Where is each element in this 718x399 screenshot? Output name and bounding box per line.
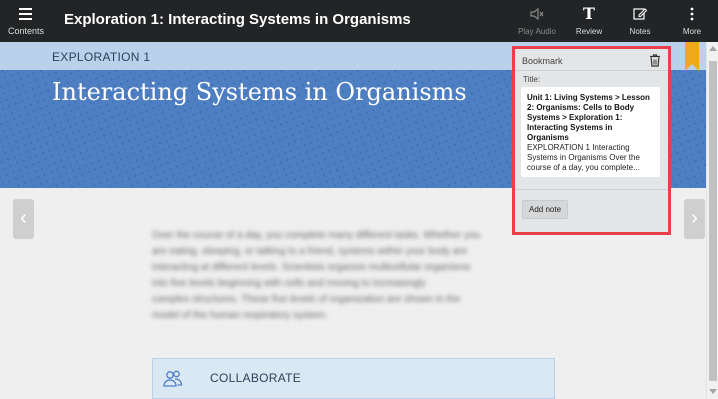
hamburger-menu-icon: [19, 8, 32, 20]
chevron-left-icon: ‹: [20, 207, 27, 229]
notes-label: Notes: [629, 27, 651, 36]
divider: [515, 189, 668, 190]
collaborate-box: COLLABORATE: [152, 358, 555, 399]
bookmark-heading: Bookmark: [522, 56, 563, 66]
more-label: More: [682, 27, 702, 36]
bookmark-excerpt: EXPLORATION 1 Interacting Systems in Org…: [527, 143, 640, 172]
divider: [515, 70, 668, 71]
paragraph-line: Over the course of a day, you complete m…: [152, 230, 481, 241]
collaborate-label: COLLABORATE: [210, 371, 302, 385]
people-group-icon: [162, 368, 184, 390]
document-title: Exploration 1: Interacting Systems in Or…: [64, 11, 411, 28]
notes-button[interactable]: Notes: [622, 0, 658, 42]
paragraph-line: complex structures. These five levels of…: [152, 294, 461, 305]
bookmark-ribbon-icon[interactable]: [685, 42, 699, 71]
section-heading: Interacting Systems in Organisms: [52, 78, 467, 106]
previous-page-button[interactable]: ‹: [13, 199, 34, 239]
bookmark-path: Unit 1: Living Systems > Lesson 2: Organ…: [527, 93, 650, 142]
contents-button[interactable]: Contents: [0, 0, 52, 42]
scroll-down-arrow-icon[interactable]: [709, 389, 717, 394]
paragraph-line: are eating, sleeping, or talking to a fr…: [152, 246, 468, 257]
vertical-dots-icon: [674, 5, 710, 27]
scrollbar-thumb[interactable]: [709, 61, 717, 381]
vertical-scrollbar[interactable]: [706, 42, 718, 399]
play-audio-button[interactable]: Play Audio: [515, 0, 559, 42]
chevron-right-icon: ›: [691, 207, 698, 229]
trash-icon[interactable]: [649, 54, 661, 67]
review-button[interactable]: T Review: [570, 0, 608, 42]
more-button[interactable]: More: [674, 0, 710, 42]
scroll-up-arrow-icon[interactable]: [709, 46, 717, 51]
paragraph-line: into five levels beginning with cells an…: [152, 278, 426, 289]
play-audio-label: Play Audio: [518, 27, 556, 36]
bookmark-title-field[interactable]: Unit 1: Living Systems > Lesson 2: Organ…: [521, 87, 660, 177]
text-T-icon: T: [583, 4, 595, 23]
section-label: EXPLORATION 1: [52, 50, 151, 64]
body-paragraph: Over the course of a day, you complete m…: [152, 228, 552, 324]
review-label: Review: [575, 27, 603, 36]
speaker-icon: [515, 5, 559, 27]
bookmark-title-label: Title:: [523, 75, 541, 84]
paragraph-line: model of the human respiratory system.: [152, 310, 328, 321]
add-note-button[interactable]: Add note: [522, 200, 569, 219]
paragraph-line: interacting at different levels. Scienti…: [152, 262, 471, 273]
pencil-note-icon: [622, 5, 658, 27]
contents-label: Contents: [7, 26, 45, 36]
bookmark-panel: Bookmark Title: Unit 1: Living Systems >…: [512, 46, 671, 235]
top-toolbar: Contents Exploration 1: Interacting Syst…: [0, 0, 718, 42]
next-page-button[interactable]: ›: [684, 199, 705, 239]
